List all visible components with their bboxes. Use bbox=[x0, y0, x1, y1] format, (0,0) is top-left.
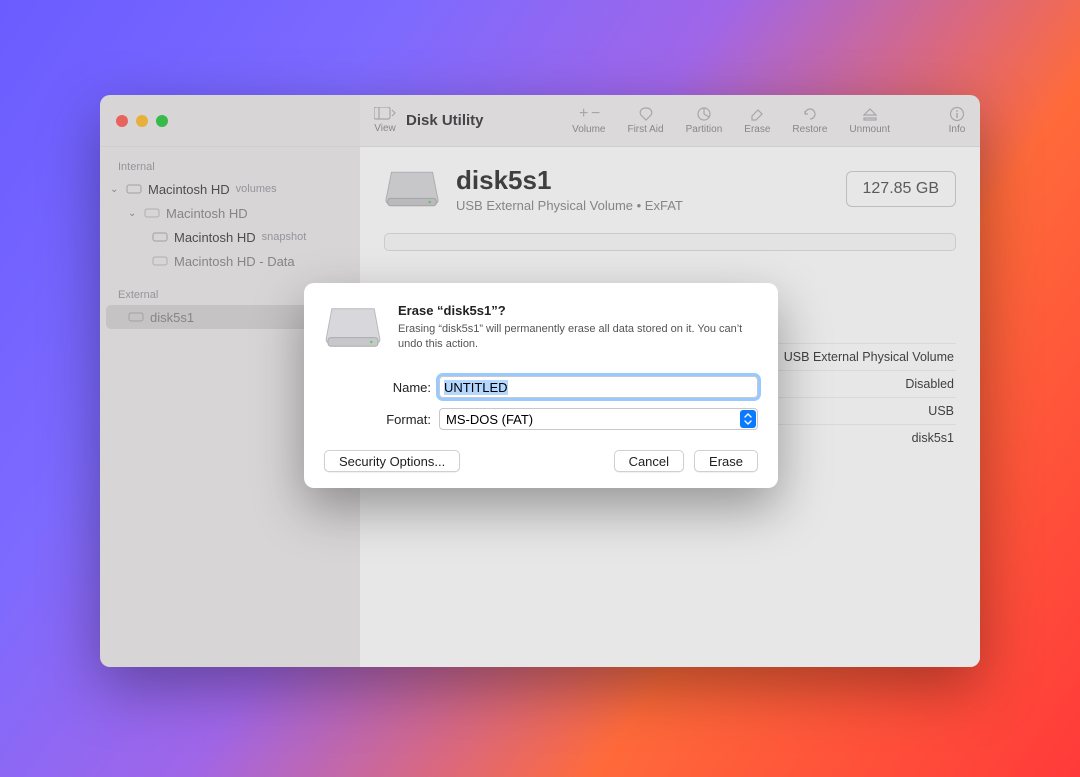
traffic-lights bbox=[116, 115, 168, 127]
volume-label: Volume bbox=[572, 124, 605, 135]
minimize-window-button[interactable] bbox=[136, 115, 148, 127]
close-window-button[interactable] bbox=[116, 115, 128, 127]
external-drive-icon bbox=[324, 303, 382, 358]
sidebar-item-label: Macintosh HD bbox=[174, 230, 256, 245]
sidebar-item-macintosh-hd-container[interactable]: ⌄ Macintosh HD volumes bbox=[106, 177, 354, 201]
view-label: View bbox=[374, 123, 396, 134]
sidebar-item-sublabel: volumes bbox=[236, 183, 277, 195]
info-value: Disabled bbox=[905, 377, 954, 391]
volume-icon bbox=[152, 229, 168, 245]
restore-label: Restore bbox=[792, 124, 827, 135]
window-controls-area bbox=[100, 95, 360, 146]
volume-toolbar-item[interactable]: +− Volume bbox=[572, 106, 605, 135]
dialog-description: Erasing “disk5s1” will permanently erase… bbox=[398, 322, 758, 352]
format-value: MS-DOS (FAT) bbox=[446, 412, 533, 427]
unmount-label: Unmount bbox=[849, 124, 890, 135]
format-select[interactable]: MS-DOS (FAT) bbox=[439, 408, 758, 430]
volume-header: disk5s1 USB External Physical Volume • E… bbox=[384, 165, 956, 213]
zoom-window-button[interactable] bbox=[156, 115, 168, 127]
restore-toolbar-item[interactable]: Restore bbox=[792, 106, 827, 135]
erase-label: Erase bbox=[744, 124, 770, 135]
info-value: USB bbox=[928, 404, 954, 418]
info-label: Info bbox=[949, 124, 966, 135]
erase-toolbar-item[interactable]: Erase bbox=[744, 106, 770, 135]
sidebar-item-macintosh-hd[interactable]: ⌄ Macintosh HD bbox=[106, 201, 354, 225]
select-arrows-icon bbox=[740, 410, 756, 428]
erase-button[interactable]: Erase bbox=[694, 450, 758, 472]
sidebar-item-label: Macintosh HD - Data bbox=[174, 254, 295, 269]
cancel-button[interactable]: Cancel bbox=[614, 450, 684, 472]
first-aid-label: First Aid bbox=[627, 124, 663, 135]
dialog-title: Erase “disk5s1”? bbox=[398, 303, 758, 318]
info-value: disk5s1 bbox=[912, 431, 954, 445]
app-title: Disk Utility bbox=[406, 112, 484, 129]
sidebar-item-label: Macintosh HD bbox=[148, 182, 230, 197]
volume-icon bbox=[144, 205, 160, 221]
sidebar-item-macintosh-hd-data[interactable]: Macintosh HD - Data bbox=[106, 249, 354, 273]
sidebar-item-label: Macintosh HD bbox=[166, 206, 248, 221]
name-input[interactable] bbox=[439, 376, 758, 398]
toolbar: View Disk Utility +− Volume First Aid Pa… bbox=[100, 95, 980, 147]
partition-label: Partition bbox=[686, 124, 723, 135]
external-drive-icon bbox=[128, 309, 144, 325]
info-value: USB External Physical Volume bbox=[784, 350, 954, 364]
disclosure-triangle-icon[interactable]: ⌄ bbox=[128, 208, 138, 219]
external-drive-icon bbox=[384, 165, 440, 213]
partition-toolbar-item[interactable]: Partition bbox=[686, 106, 723, 135]
first-aid-toolbar-item[interactable]: First Aid bbox=[627, 106, 663, 135]
view-toolbar-item[interactable]: View bbox=[374, 107, 396, 134]
volume-subtitle: USB External Physical Volume • ExFAT bbox=[456, 198, 683, 213]
volume-size: 127.85 GB bbox=[846, 171, 957, 207]
internal-header: Internal bbox=[106, 157, 354, 177]
disclosure-triangle-icon[interactable]: ⌄ bbox=[110, 184, 120, 195]
erase-dialog: Erase “disk5s1”? Erasing “disk5s1” will … bbox=[304, 283, 778, 488]
svg-text:+: + bbox=[579, 106, 588, 122]
name-label: Name: bbox=[324, 380, 439, 395]
sidebar-item-macintosh-hd-snapshot[interactable]: Macintosh HD snapshot bbox=[106, 225, 354, 249]
drive-icon bbox=[126, 181, 142, 197]
volume-icon bbox=[152, 253, 168, 269]
sidebar-item-label: disk5s1 bbox=[150, 310, 194, 325]
sidebar-item-sublabel: snapshot bbox=[262, 231, 307, 243]
info-toolbar-item[interactable]: Info bbox=[948, 106, 966, 135]
usage-bar bbox=[384, 233, 956, 251]
security-options-button[interactable]: Security Options... bbox=[324, 450, 460, 472]
unmount-toolbar-item[interactable]: Unmount bbox=[849, 106, 890, 135]
svg-text:−: − bbox=[591, 106, 600, 122]
format-label: Format: bbox=[324, 412, 439, 427]
toolbar-content: View Disk Utility +− Volume First Aid Pa… bbox=[360, 106, 980, 135]
volume-name: disk5s1 bbox=[456, 165, 683, 196]
